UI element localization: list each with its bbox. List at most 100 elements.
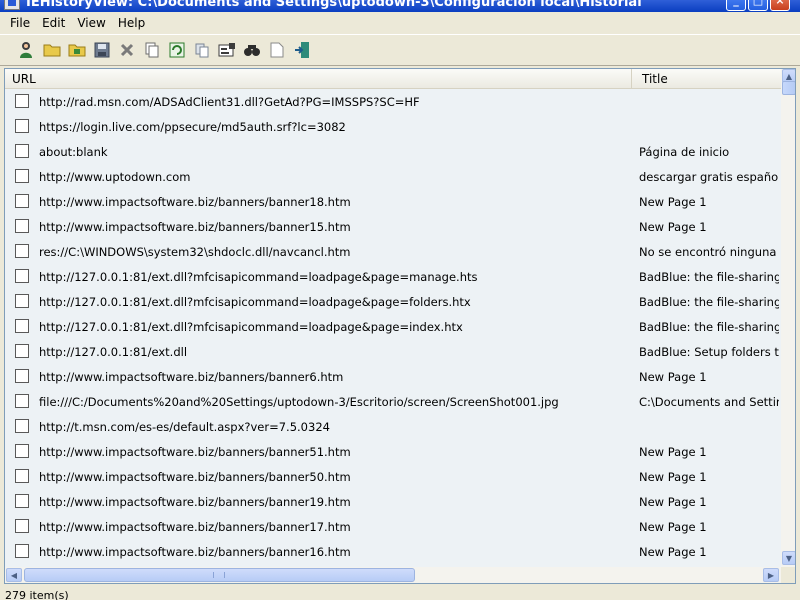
column-header: URL Title (5, 69, 781, 89)
row-checkbox[interactable] (15, 494, 29, 508)
row-checkbox[interactable] (15, 419, 29, 433)
row-checkbox[interactable] (15, 444, 29, 458)
find-button[interactable] (239, 39, 264, 61)
row-checkbox[interactable] (15, 294, 29, 308)
horizontal-scrollbar[interactable]: ◀ ▶ (5, 567, 781, 583)
title-cell: descargar gratis español . (639, 170, 779, 184)
scroll-down-button[interactable]: ▼ (782, 551, 795, 565)
table-row[interactable]: http://127.0.0.1:81/ext.dll?mfcisapicomm… (5, 314, 781, 339)
title-bar[interactable]: IEHistoryView: C:\Documents and Settings… (0, 0, 800, 12)
scrollbar-corner (781, 567, 795, 583)
table-row[interactable]: http://t.msn.com/es-es/default.aspx?ver=… (5, 414, 781, 439)
table-row[interactable]: http://127.0.0.1:81/ext.dll BadBlue: Setu… (5, 339, 781, 364)
title-cell: New Page 1 (639, 195, 707, 209)
menu-file[interactable]: File (0, 16, 36, 30)
window-title: IEHistoryView: C:\Documents and Settings… (26, 0, 642, 10)
row-checkbox[interactable] (15, 469, 29, 483)
row-checkbox[interactable] (15, 244, 29, 258)
column-url[interactable]: URL (5, 69, 632, 89)
open-folder-button[interactable] (39, 39, 64, 61)
table-row[interactable]: http://www.impactsoftware.biz/banners/ba… (5, 464, 781, 489)
table-row[interactable]: http://www.impactsoftware.biz/banners/ba… (5, 189, 781, 214)
table-row[interactable]: http://www.impactsoftware.biz/banners/ba… (5, 364, 781, 389)
row-checkbox[interactable] (15, 394, 29, 408)
row-checkbox[interactable] (15, 194, 29, 208)
table-row[interactable]: http://rad.msn.com/ADSAdClient31.dll?Get… (5, 89, 781, 114)
list-rows: http://rad.msn.com/ADSAdClient31.dll?Get… (5, 89, 781, 567)
maximize-button[interactable]: □ (748, 0, 768, 11)
table-row[interactable]: http://www.impactsoftware.biz/banners/ba… (5, 489, 781, 514)
table-row[interactable]: about:blank Página de inicio (5, 139, 781, 164)
exit-button[interactable] (289, 39, 314, 61)
refresh-button[interactable] (164, 39, 189, 61)
url-cell: http://www.impactsoftware.biz/banners/ba… (39, 520, 351, 534)
scroll-left-button[interactable]: ◀ (6, 568, 22, 582)
scroll-right-button[interactable]: ▶ (763, 568, 779, 582)
title-cell: New Page 1 (639, 520, 707, 534)
minimize-button[interactable]: _ (726, 0, 746, 11)
title-cell: New Page 1 (639, 445, 707, 459)
copy-button[interactable] (139, 39, 164, 61)
title-cell: New Page 1 (639, 495, 707, 509)
row-checkbox[interactable] (15, 169, 29, 183)
table-row[interactable]: http://www.impactsoftware.biz/banners/ba… (5, 214, 781, 239)
copy-icon (145, 42, 158, 58)
table-row[interactable]: http://127.0.0.1:81/ext.dll?mfcisapicomm… (5, 289, 781, 314)
vertical-scrollbar[interactable]: ▲ ▼ (781, 69, 795, 567)
properties-icon (218, 43, 235, 57)
row-checkbox[interactable] (15, 344, 29, 358)
refresh-icon (169, 42, 184, 58)
table-row[interactable]: http://www.impactsoftware.biz/banners/ba… (5, 514, 781, 539)
close-icon: × (775, 0, 785, 7)
row-checkbox[interactable] (15, 94, 29, 108)
column-title[interactable]: Title (632, 69, 781, 89)
blank-page-button[interactable] (264, 39, 289, 61)
copy-selected-icon (195, 43, 208, 58)
row-checkbox[interactable] (15, 369, 29, 383)
users-button[interactable] (14, 39, 39, 61)
status-bar: 279 item(s) (0, 588, 800, 600)
title-cell: C:\Documents and Setting (639, 395, 779, 409)
row-checkbox[interactable] (15, 269, 29, 283)
table-row[interactable]: res://C:\WINDOWS\system32\shdoclc.dll/na… (5, 239, 781, 264)
title-cell: No se encontró ninguna p. (639, 245, 779, 259)
properties-button[interactable] (214, 39, 239, 61)
vertical-scroll-thumb[interactable] (782, 81, 795, 95)
close-button[interactable]: × (770, 0, 790, 11)
table-row[interactable]: http://www.uptodown.com descargar gratis … (5, 164, 781, 189)
copy-selected-button[interactable] (189, 39, 214, 61)
table-row[interactable]: http://www.impactsoftware.biz/banners/ba… (5, 439, 781, 464)
table-row[interactable]: http://127.0.0.1:81/ext.dll?mfcisapicomm… (5, 264, 781, 289)
url-cell: file:///C:/Documents%20and%20Settings/up… (39, 395, 559, 409)
title-cell: Página de inicio (639, 145, 730, 159)
folder-button[interactable] (64, 39, 89, 61)
url-cell: http://www.impactsoftware.biz/banners/ba… (39, 470, 351, 484)
url-cell: http://www.uptodown.com (39, 170, 191, 184)
title-cell: New Page 1 (639, 220, 707, 234)
horizontal-scroll-thumb[interactable] (24, 568, 415, 582)
title-cell: BadBlue: the file-sharing .. (639, 270, 779, 284)
title-cell: New Page 1 (639, 370, 707, 384)
url-cell: http://www.impactsoftware.biz/banners/ba… (39, 370, 344, 384)
table-row[interactable]: https://login.live.com/ppsecure/md5auth.… (5, 114, 781, 139)
title-cell: BadBlue: Setup folders tab (639, 345, 779, 359)
menu-view[interactable]: View (71, 16, 111, 30)
row-checkbox[interactable] (15, 144, 29, 158)
row-checkbox[interactable] (15, 519, 29, 533)
title-cell: BadBlue: the file-sharing .. (639, 295, 779, 309)
history-list[interactable]: URL Title http://rad.msn.com/ADSAdClient… (4, 68, 796, 584)
url-cell: http://www.impactsoftware.biz/banners/ba… (39, 220, 351, 234)
row-checkbox[interactable] (15, 219, 29, 233)
delete-button[interactable] (114, 39, 139, 61)
url-cell: res://C:\WINDOWS\system32\shdoclc.dll/na… (39, 245, 351, 259)
save-button[interactable] (89, 39, 114, 61)
table-row[interactable]: file:///C:/Documents%20and%20Settings/up… (5, 389, 781, 414)
menu-bar: File Edit View Help (0, 12, 800, 34)
row-checkbox[interactable] (15, 319, 29, 333)
menu-help[interactable]: Help (112, 16, 151, 30)
url-cell: http://www.impactsoftware.biz/banners/ba… (39, 195, 351, 209)
menu-edit[interactable]: Edit (36, 16, 71, 30)
table-row[interactable]: http://www.impactsoftware.biz/banners/ba… (5, 539, 781, 564)
row-checkbox[interactable] (15, 119, 29, 133)
row-checkbox[interactable] (15, 544, 29, 558)
